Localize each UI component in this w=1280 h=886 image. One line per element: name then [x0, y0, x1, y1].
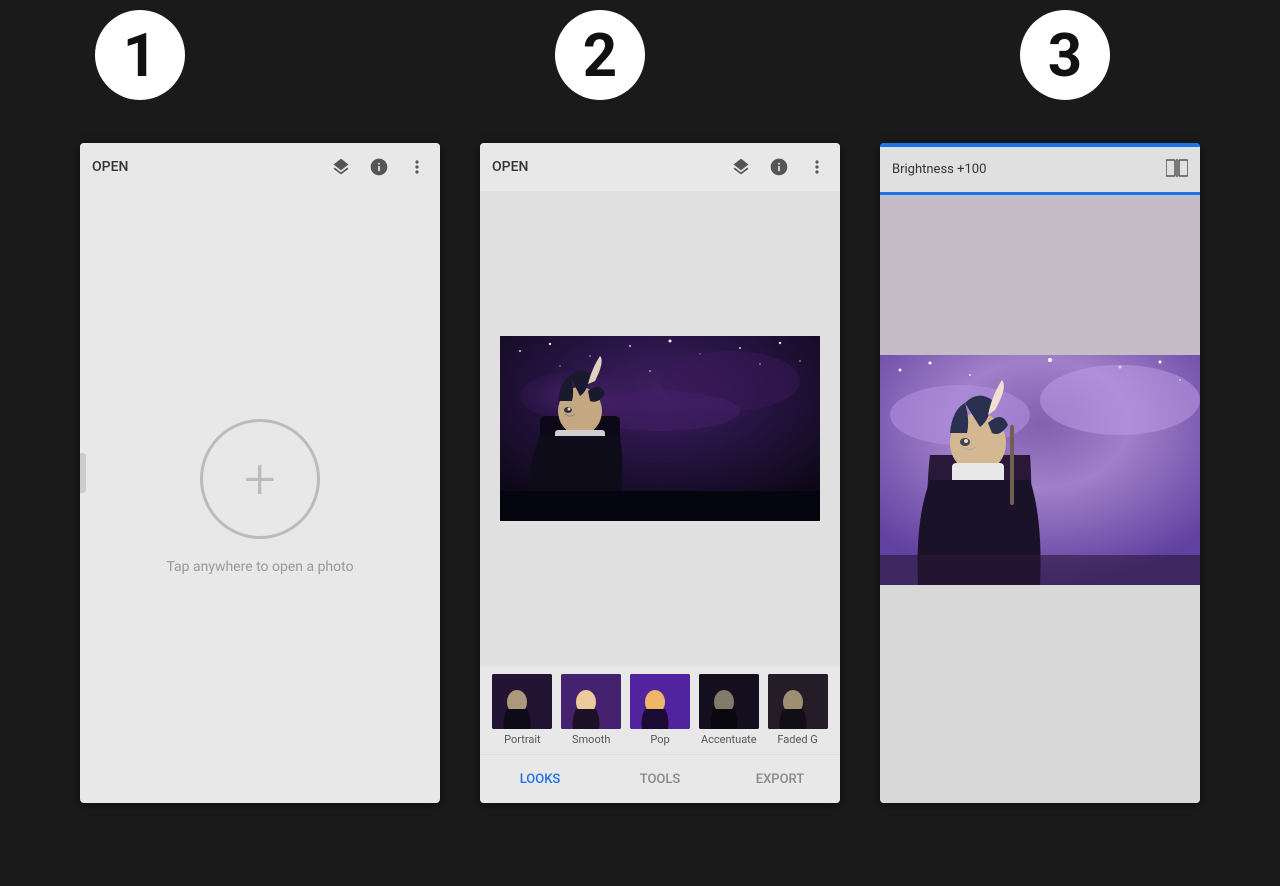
- look-label-accentuate: Accentuate: [701, 733, 757, 746]
- look-label-pop: Pop: [650, 733, 669, 746]
- before-image-svg: [880, 195, 1200, 355]
- before-image-area: [880, 195, 1200, 355]
- sidebar-handle[interactable]: [80, 453, 86, 493]
- screen2-body: Portrait Smooth: [480, 191, 840, 803]
- add-photo-button[interactable]: +: [200, 419, 320, 539]
- looks-thumbnails-list: Portrait Smooth: [480, 674, 840, 754]
- screen1-body[interactable]: + Tap anywhere to open a photo: [80, 191, 440, 803]
- plus-icon: +: [244, 446, 276, 512]
- nav-tools[interactable]: TOOLS: [600, 755, 720, 803]
- screen2-header: OPEN: [480, 143, 840, 191]
- screens-container: OPEN: [80, 83, 1200, 803]
- brightened-anime-image: [880, 355, 1200, 585]
- screen2-open-label: OPEN: [492, 159, 722, 175]
- screen-1: OPEN: [80, 143, 440, 803]
- screen1-open-label: OPEN: [92, 159, 322, 175]
- look-label-portrait: Portrait: [504, 733, 541, 746]
- look-item-pop[interactable]: Pop: [626, 674, 695, 754]
- screen-3: Brightness +100: [880, 143, 1200, 803]
- look-thumb-accentuate: [699, 674, 759, 729]
- layers-icon[interactable]: [330, 156, 352, 178]
- look-thumb-faded: [768, 674, 828, 729]
- screen3-header: Brightness +100: [880, 147, 1200, 195]
- compare-icon[interactable]: [1166, 159, 1188, 181]
- screen2-more-icon[interactable]: [806, 156, 828, 178]
- look-thumb-smooth: [561, 674, 621, 729]
- look-item-smooth[interactable]: Smooth: [557, 674, 626, 754]
- step-3-number: 3: [1020, 10, 1110, 100]
- look-item-faded[interactable]: Faded G: [763, 674, 832, 754]
- look-thumb-pop: [630, 674, 690, 729]
- info-icon[interactable]: [368, 156, 390, 178]
- look-thumb-portrait: [492, 674, 552, 729]
- step-2-number: 2: [555, 10, 645, 100]
- screen3-main-image: [880, 355, 1200, 803]
- nav-export[interactable]: EXPORT: [720, 755, 840, 803]
- looks-bar: Portrait Smooth: [480, 666, 840, 803]
- screen2-image-area: [480, 191, 840, 666]
- look-item-portrait[interactable]: Portrait: [488, 674, 557, 754]
- screen2-layers-icon[interactable]: [730, 156, 752, 178]
- brightness-label: Brightness +100: [892, 162, 986, 177]
- screen1-header-icons: [330, 156, 428, 178]
- screen2-bottom-nav: LOOKS TOOLS EXPORT: [480, 754, 840, 803]
- step-1-number: 1: [95, 10, 185, 100]
- screen1-header: OPEN: [80, 143, 440, 191]
- anime-image: [500, 336, 820, 521]
- more-icon[interactable]: [406, 156, 428, 178]
- screen2-header-icons: [730, 156, 828, 178]
- tap-hint-text: Tap anywhere to open a photo: [166, 559, 353, 575]
- screen-2: OPEN: [480, 143, 840, 803]
- look-label-smooth: Smooth: [572, 733, 610, 746]
- nav-looks[interactable]: LOOKS: [480, 755, 600, 803]
- screen2-info-icon[interactable]: [768, 156, 790, 178]
- look-item-accentuate[interactable]: Accentuate: [694, 674, 763, 754]
- look-label-faded: Faded G: [777, 733, 817, 746]
